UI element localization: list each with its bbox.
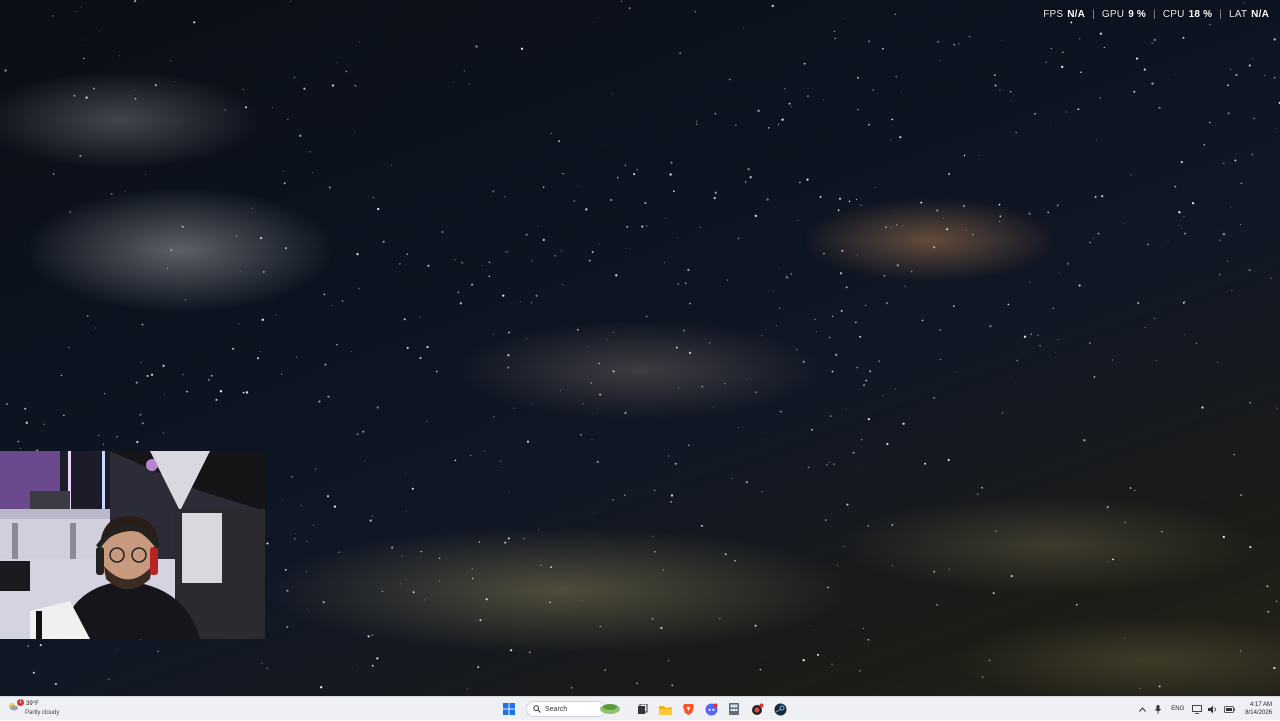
separator: | [1153, 9, 1156, 20]
calculator-icon[interactable] [724, 699, 744, 719]
battery-icon[interactable] [1223, 703, 1235, 715]
weather-temperature: 39°F [26, 701, 39, 707]
taskbar-apps: Search [497, 697, 792, 721]
file-explorer-icon[interactable] [655, 699, 675, 719]
clock-date: 8/14/2026 [1245, 710, 1272, 716]
weather-widget[interactable]: 1 39°F Partly cloudy [6, 699, 96, 719]
brave-browser-icon[interactable] [678, 699, 698, 719]
game-app-icon[interactable] [747, 699, 767, 719]
windows-start-icon[interactable] [499, 699, 519, 719]
steam-icon[interactable] [770, 699, 790, 719]
lat-label: LAT [1228, 9, 1248, 20]
notification-badge: 1 [17, 699, 24, 706]
fps-label: FPS [1043, 9, 1064, 20]
task-view-icon[interactable] [632, 699, 652, 719]
taskbar: 1 39°F Partly cloudy Search ENG 4:17 AM … [0, 696, 1280, 720]
language-indicator[interactable]: ENG [1171, 706, 1184, 712]
webcam-feed [0, 451, 265, 639]
fps-value: N/A [1067, 9, 1086, 20]
webcam-scene [0, 451, 265, 639]
speaker-icon[interactable] [1207, 703, 1219, 715]
weather-condition: Partly cloudy [25, 710, 60, 716]
cpu-label: CPU [1162, 9, 1185, 20]
system-tray: ENG 4:17 AM 8/14/2026 [1134, 697, 1272, 721]
separator: | [1219, 9, 1222, 20]
gpu-label: GPU [1101, 9, 1125, 20]
search-highlight-icon [600, 704, 620, 714]
search-placeholder: Search [545, 705, 568, 713]
separator: | [1092, 9, 1095, 20]
cpu-value: 18 % [1188, 9, 1213, 20]
gpu-value: 9 % [1128, 9, 1147, 20]
performance-overlay: FPS N/A | GPU 9 % | CPU 18 % | LAT N/A [1043, 9, 1269, 20]
search-input[interactable]: Search [526, 701, 620, 717]
clock[interactable]: 4:17 AM 8/14/2026 [1245, 701, 1272, 717]
discord-icon[interactable] [701, 699, 721, 719]
desktop-wallpaper[interactable]: FPS N/A | GPU 9 % | CPU 18 % | LAT N/A [0, 0, 1280, 696]
search-icon [533, 705, 541, 713]
microphone-icon[interactable] [1152, 703, 1164, 715]
monitor-network-icon[interactable] [1191, 703, 1203, 715]
chevron-up-icon[interactable] [1136, 703, 1148, 715]
lat-value: N/A [1251, 9, 1269, 20]
clock-time: 4:17 AM [1249, 702, 1272, 708]
